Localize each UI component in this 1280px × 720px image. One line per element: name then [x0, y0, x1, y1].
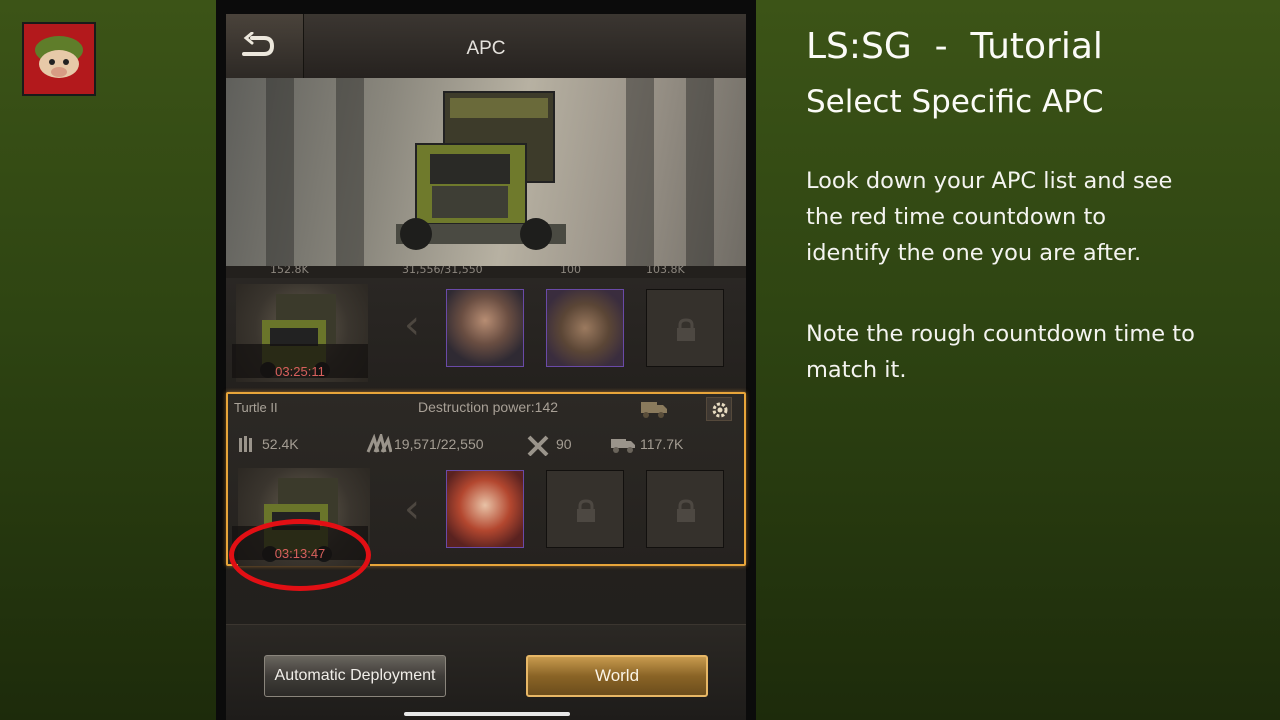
- peek-stat: 152.8K: [270, 266, 309, 276]
- chevron-left-icon: ‹: [404, 302, 420, 348]
- tutorial-subheading: Select Specific APC: [806, 84, 1104, 120]
- top-bar: APC: [226, 14, 746, 78]
- peek-stat-row: 152.8K 31,556/31,550 100 103.8K: [226, 266, 746, 278]
- truck-icon[interactable]: [640, 399, 668, 419]
- apc-list-item[interactable]: 03:25:11 ‹: [226, 278, 746, 388]
- chevron-left-icon: ‹: [404, 486, 420, 532]
- load-value: 117.7K: [640, 436, 684, 452]
- locked-hero-slot[interactable]: [546, 470, 624, 548]
- hero-slot-scarred-male[interactable]: [446, 289, 524, 367]
- tutorial-paragraph-2: Note the rough countdown time to match i…: [806, 316, 1246, 388]
- lock-icon: [677, 318, 695, 341]
- page-title: APC: [466, 38, 506, 59]
- apc-header: Turtle II Destruction power:142: [228, 394, 744, 424]
- soldier-helmet-avatar-icon: [35, 36, 83, 78]
- tutorial-line: match it.: [806, 357, 907, 383]
- peek-stat: 31,556/31,550: [402, 266, 483, 276]
- tutorial-paragraph-1: Look down your APC list and see the red …: [806, 163, 1246, 271]
- lock-icon: [677, 499, 695, 522]
- destruction-power: Destruction power:142: [417, 399, 559, 415]
- tutorial-line: the red time countdown to: [806, 204, 1107, 230]
- return-countdown-timer: 03:25:11: [275, 364, 325, 379]
- load-truck-icon: [611, 439, 635, 453]
- tutorial-line: identify the one you are after.: [806, 240, 1142, 266]
- peek-stat: 100: [560, 266, 581, 276]
- peek-stat: 103.8K: [646, 266, 685, 276]
- locked-hero-slot[interactable]: [646, 470, 724, 548]
- tutorial-heading: LS:SG - Tutorial: [806, 26, 1103, 67]
- apc-truck-illustration: [396, 91, 566, 250]
- tutorial-line: Look down your APC list and see: [806, 168, 1173, 194]
- ammo-icon: [239, 436, 252, 452]
- game-screen: APC 152.8K 31,556/31,550 100 103.8K 03:2…: [226, 14, 746, 720]
- home-indicator[interactable]: [404, 712, 570, 716]
- capacity-value: 19,571/22,550: [394, 436, 484, 452]
- tutorial-line: Note the rough countdown time to: [806, 321, 1195, 347]
- gear-icon: [712, 402, 728, 418]
- apc-settings-button[interactable]: [706, 397, 732, 421]
- automatic-deployment-button[interactable]: Automatic Deployment: [264, 655, 446, 697]
- world-button[interactable]: World: [526, 655, 708, 697]
- bottom-action-bar: Automatic Deployment World: [226, 624, 746, 720]
- annotation-circle: [229, 519, 371, 591]
- hero-slot-red-haired-female[interactable]: [446, 470, 524, 548]
- troops-icon: [366, 434, 392, 453]
- wrench-icon: [527, 435, 549, 456]
- ammo-value: 52.4K: [262, 436, 299, 452]
- apc-stats: 52.4K 19,571/22,550 90 117.7K: [228, 434, 744, 456]
- channel-logo: [22, 22, 96, 96]
- apc-name: Turtle II: [234, 400, 278, 415]
- locked-hero-slot[interactable]: [646, 289, 724, 367]
- lock-icon: [577, 499, 595, 522]
- repair-value: 90: [556, 436, 572, 452]
- hero-slot-cowboy-hat[interactable]: [546, 289, 624, 367]
- apc-banner-image: [226, 78, 746, 266]
- phone-screen-frame: APC 152.8K 31,556/31,550 100 103.8K 03:2…: [216, 0, 756, 720]
